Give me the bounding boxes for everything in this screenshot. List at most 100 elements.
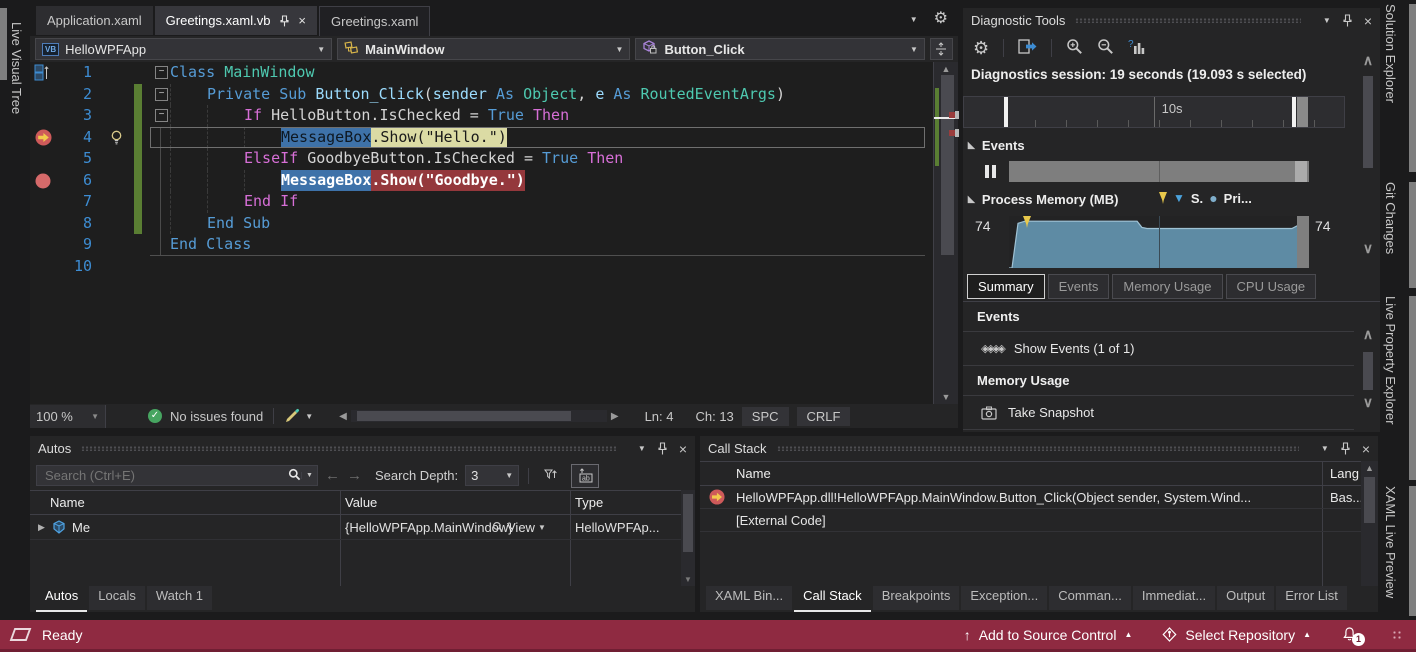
tab-immediat-[interactable]: Immediat... <box>1133 586 1215 610</box>
tab-output[interactable]: Output <box>1217 586 1274 610</box>
gutter-cell[interactable] <box>30 191 60 213</box>
gutter-cell[interactable] <box>30 213 60 235</box>
diagnostics-tab-memory-usage[interactable]: Memory Usage <box>1112 274 1222 299</box>
tab-watch-1[interactable]: Watch 1 <box>147 586 212 610</box>
code-line-3[interactable]: 3−If HelloButton.IsChecked = True Then <box>30 105 958 127</box>
collapse-triangle-icon[interactable]: ◢ <box>966 196 977 203</box>
document-tab-application-xaml[interactable]: Application.xaml <box>36 6 153 35</box>
drag-grip[interactable] <box>81 446 616 451</box>
drag-grip[interactable] <box>1075 18 1300 23</box>
pin-icon[interactable] <box>280 15 289 27</box>
code-line-9[interactable]: 9End Class <box>30 234 958 256</box>
code-text[interactable]: End Class <box>170 234 958 256</box>
tab-breakpoints[interactable]: Breakpoints <box>873 586 960 610</box>
scroll-down-icon[interactable]: ▼ <box>681 575 695 584</box>
editor-vertical-scrollbar[interactable]: ▲ ▼ <box>933 62 958 404</box>
member-dropdown[interactable]: Button_Click ▼ <box>635 38 925 60</box>
fold-margin[interactable] <box>154 191 170 213</box>
memory-chart[interactable] <box>1009 216 1309 268</box>
type-dropdown[interactable]: MainWindow ▼ <box>337 38 630 60</box>
settings-gear-icon[interactable]: ⚙ <box>973 41 989 55</box>
gutter-cell[interactable] <box>30 127 60 149</box>
events-track[interactable] <box>1009 161 1309 182</box>
fold-margin[interactable] <box>154 234 170 256</box>
fold-margin[interactable]: − <box>154 62 170 84</box>
code-text[interactable]: End Sub <box>170 213 958 235</box>
scrollbar-thumb[interactable] <box>1364 477 1375 523</box>
gutter-cell[interactable] <box>30 62 60 84</box>
tabbar-gear-icon[interactable]: ⚙ <box>934 12 948 26</box>
back-icon[interactable]: ← <box>325 467 340 484</box>
search-options-icon[interactable]: ▼ <box>301 472 317 479</box>
code-text[interactable] <box>170 256 958 278</box>
tab-locals[interactable]: Locals <box>89 586 145 610</box>
fold-margin[interactable] <box>154 170 170 192</box>
scrollbar-thumb[interactable] <box>1363 76 1373 168</box>
code-cleanup-button[interactable]: ▼ <box>284 408 313 424</box>
code-line-5[interactable]: 5ElseIf GoodbyeButton.IsChecked = True T… <box>30 148 958 170</box>
close-icon[interactable]: × <box>298 13 306 28</box>
scroll-down-icon[interactable]: ∨ <box>1358 394 1378 411</box>
show-events-link[interactable]: ◈◈◈◈ Show Events (1 of 1) <box>963 332 1354 366</box>
project-dropdown[interactable]: VB HelloWPFApp ▼ <box>35 38 332 60</box>
scroll-left-icon[interactable]: ◀ <box>339 411 347 422</box>
column-header-name[interactable]: Name <box>736 462 771 485</box>
gutter-cell[interactable] <box>30 256 60 278</box>
lightbulb-icon[interactable] <box>110 130 123 149</box>
autos-row[interactable]: ▶Me{HelloWPFApp.MainWindow}View▼HelloWPF… <box>30 515 681 540</box>
timeline-ruler[interactable]: 10s <box>963 96 1345 128</box>
code-text[interactable]: Class MainWindow <box>170 62 958 84</box>
scrollbar-thumb[interactable] <box>941 75 954 255</box>
tab-exception-[interactable]: Exception... <box>961 586 1047 610</box>
zoom-out-icon[interactable] <box>1097 38 1114 58</box>
gutter-cell[interactable] <box>30 105 60 127</box>
window-position-icon[interactable]: ▼ <box>1323 16 1331 25</box>
close-icon[interactable]: × <box>1362 441 1370 457</box>
pin-icon[interactable] <box>1341 442 1350 455</box>
scroll-up-icon[interactable]: ▲ <box>1361 463 1378 473</box>
collapse-box-icon[interactable]: − <box>155 109 168 122</box>
expand-arrow-icon[interactable]: ▶ <box>38 522 45 533</box>
resize-grip[interactable] <box>1392 630 1402 640</box>
add-to-source-control-button[interactable]: ↑ Add to Source Control ▲ <box>964 627 1133 643</box>
zoom-in-icon[interactable] <box>1066 38 1083 58</box>
breakpoint-icon[interactable] <box>35 173 51 192</box>
scrollbar-thumb[interactable] <box>683 494 693 552</box>
code-line-10[interactable]: 10 <box>30 256 958 278</box>
close-icon[interactable]: × <box>1364 13 1372 29</box>
drag-grip[interactable] <box>777 446 1299 451</box>
health-indicator[interactable]: ✓ No issues found <box>148 409 263 424</box>
gutter-cell[interactable] <box>30 170 60 192</box>
memory-section-header[interactable]: ◢ Process Memory (MB) <box>963 188 1340 210</box>
forward-icon[interactable]: → <box>347 467 362 484</box>
tab-live-visual-tree[interactable]: Live Visual Tree <box>9 22 24 114</box>
diagnostics-tab-cpu-usage[interactable]: CPU Usage <box>1226 274 1317 299</box>
close-icon[interactable]: × <box>679 441 687 457</box>
diagnostics-tab-events[interactable]: Events <box>1048 274 1110 299</box>
tab-call-stack[interactable]: Call Stack <box>794 586 871 612</box>
code-text[interactable]: ElseIf GoodbyeButton.IsChecked = True Th… <box>170 148 958 170</box>
window-position-icon[interactable]: ▼ <box>638 444 646 453</box>
code-line-4[interactable]: 4MessageBox.Show("Hello.") <box>30 127 958 149</box>
tab-error-list[interactable]: Error List <box>1276 586 1347 610</box>
scroll-up-icon[interactable]: ∧ <box>1358 52 1378 69</box>
code-line-2[interactable]: 2−Private Sub Button_Click(sender As Obj… <box>30 84 958 106</box>
fold-margin[interactable] <box>154 148 170 170</box>
search-icon[interactable] <box>288 468 301 484</box>
eol-indicator[interactable]: CRLF <box>797 407 851 426</box>
scroll-down-icon[interactable]: ∨ <box>1358 240 1378 257</box>
select-repository-button[interactable]: Select Repository ▲ <box>1162 627 1311 643</box>
collapse-box-icon[interactable]: − <box>155 66 168 79</box>
code-text[interactable]: Private Sub Button_Click(sender As Objec… <box>170 84 958 106</box>
callstack-scrollbar[interactable]: ▲ <box>1361 461 1378 586</box>
diagnostics-tab-summary[interactable]: Summary <box>967 274 1045 299</box>
fold-margin[interactable] <box>154 213 170 235</box>
callstack-title-bar[interactable]: Call Stack ▼ × <box>700 436 1378 461</box>
tab-solution-explorer[interactable]: Solution Explorer <box>1383 4 1398 103</box>
background-tasks-icon[interactable] <box>10 628 32 641</box>
code-line-8[interactable]: 8End Sub <box>30 213 958 235</box>
tab-xaml-bin-[interactable]: XAML Bin... <box>706 586 792 610</box>
code-line-7[interactable]: 7End If <box>30 191 958 213</box>
diagnostics-scrollbar[interactable]: ∧ ∨ ∧ ∨ <box>1358 44 1378 432</box>
code-text[interactable]: MessageBox.Show("Goodbye.") <box>170 170 958 192</box>
